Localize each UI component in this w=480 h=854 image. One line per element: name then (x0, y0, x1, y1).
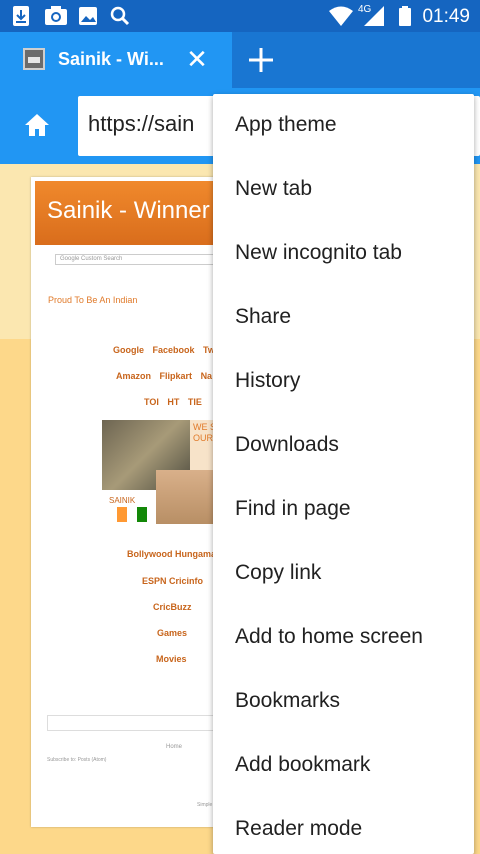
menu-item-new-incognito-tab[interactable]: New incognito tab (213, 222, 474, 286)
menu-item-label: History (235, 369, 301, 392)
flag-icon (117, 507, 147, 522)
footer-subscribe-link[interactable]: Subscribe to: Posts (Atom) (47, 757, 106, 763)
link-google[interactable]: Google (113, 345, 144, 355)
home-icon[interactable] (22, 110, 52, 140)
tab-strip: Sainik - Wi... ✕ (0, 32, 480, 88)
search-icon (110, 6, 130, 26)
tab-title: Sainik - Wi... (58, 49, 164, 69)
link-flipkart[interactable]: Flipkart (160, 371, 193, 381)
new-tab-button[interactable] (244, 40, 278, 80)
link-games[interactable]: Games (31, 628, 231, 638)
hero-image: WE SAL OUR SAINIK (102, 420, 231, 524)
link-tie[interactable]: TIE (188, 397, 202, 407)
link-bollywood-hungama[interactable]: Bollywood Hungama (31, 549, 231, 559)
menu-item-label: Find in page (235, 497, 351, 520)
menu-item-label: Add to home screen (235, 625, 423, 648)
image-icon (79, 7, 97, 25)
battery-icon (399, 6, 411, 26)
site-title: Sainik - Winner (47, 197, 210, 224)
url-text: https://sain (88, 111, 195, 136)
status-bar: 4G 01:49 (0, 0, 480, 32)
menu-item-label: Add bookmark (235, 753, 371, 776)
menu-item-add-to-home-screen[interactable]: Add to home screen (213, 606, 474, 670)
download-icon (13, 6, 29, 26)
active-tab[interactable]: Sainik - Wi... ✕ (0, 32, 232, 88)
menu-item-downloads[interactable]: Downloads (213, 414, 474, 478)
site-tagline: Proud To Be An Indian (48, 295, 138, 305)
menu-item-label: Bookmarks (235, 689, 341, 712)
hero-badge-panel: SAINIK (102, 490, 156, 524)
link-espn-cricinfo[interactable]: ESPN Cricinfo (31, 576, 231, 586)
link-toi[interactable]: TOI (144, 397, 159, 407)
menu-item-app-theme[interactable]: App theme (213, 94, 474, 158)
menu-item-share[interactable]: Share (213, 286, 474, 350)
link-amazon[interactable]: Amazon (116, 371, 151, 381)
link-na[interactable]: Na (201, 371, 213, 381)
web-page-card: Sainik - Winner Google Custom Search Pro… (31, 177, 231, 827)
site-header: Sainik - Winner (35, 181, 231, 245)
footer-simple-text: Simple (197, 802, 213, 808)
menu-item-add-bookmark[interactable]: Add bookmark (213, 734, 474, 798)
wifi-icon (329, 6, 353, 26)
signal-icon (364, 6, 384, 26)
menu-item-history[interactable]: History (213, 350, 474, 414)
menu-item-label: Share (235, 305, 292, 328)
link-cricbuzz[interactable]: CricBuzz (31, 602, 231, 612)
close-tab-button[interactable]: ✕ (184, 44, 210, 74)
menu-item-new-tab[interactable]: New tab (213, 158, 474, 222)
overflow-menu: App theme New tab New incognito tab Shar… (213, 94, 474, 854)
favicon-icon (23, 48, 45, 70)
menu-item-label: Downloads (235, 433, 339, 456)
menu-item-reader-mode[interactable]: Reader mode (213, 798, 474, 854)
hero-badge: SAINIK (109, 496, 136, 505)
footer-home-link[interactable]: Home (166, 744, 182, 750)
link-row-1: Google Facebook Tw (31, 345, 231, 355)
menu-item-label: New incognito tab (235, 241, 402, 264)
link-facebook[interactable]: Facebook (153, 345, 195, 355)
menu-item-label: Reader mode (235, 817, 363, 840)
menu-item-label: App theme (235, 113, 337, 136)
menu-item-label: New tab (235, 177, 313, 200)
menu-item-find-in-page[interactable]: Find in page (213, 478, 474, 542)
clock: 01:49 (422, 6, 470, 27)
share-buttons-bar[interactable] (47, 715, 231, 731)
link-ht[interactable]: HT (167, 397, 179, 407)
link-row-3: TOI HT TIE (31, 397, 231, 407)
menu-item-copy-link[interactable]: Copy link (213, 542, 474, 606)
link-row-2: Amazon Flipkart Na (31, 371, 231, 381)
menu-item-bookmarks[interactable]: Bookmarks (213, 670, 474, 734)
camera-icon (45, 6, 67, 25)
site-search-input[interactable]: Google Custom Search (55, 254, 231, 265)
link-movies[interactable]: Movies (31, 654, 231, 664)
menu-item-label: Copy link (235, 561, 322, 584)
